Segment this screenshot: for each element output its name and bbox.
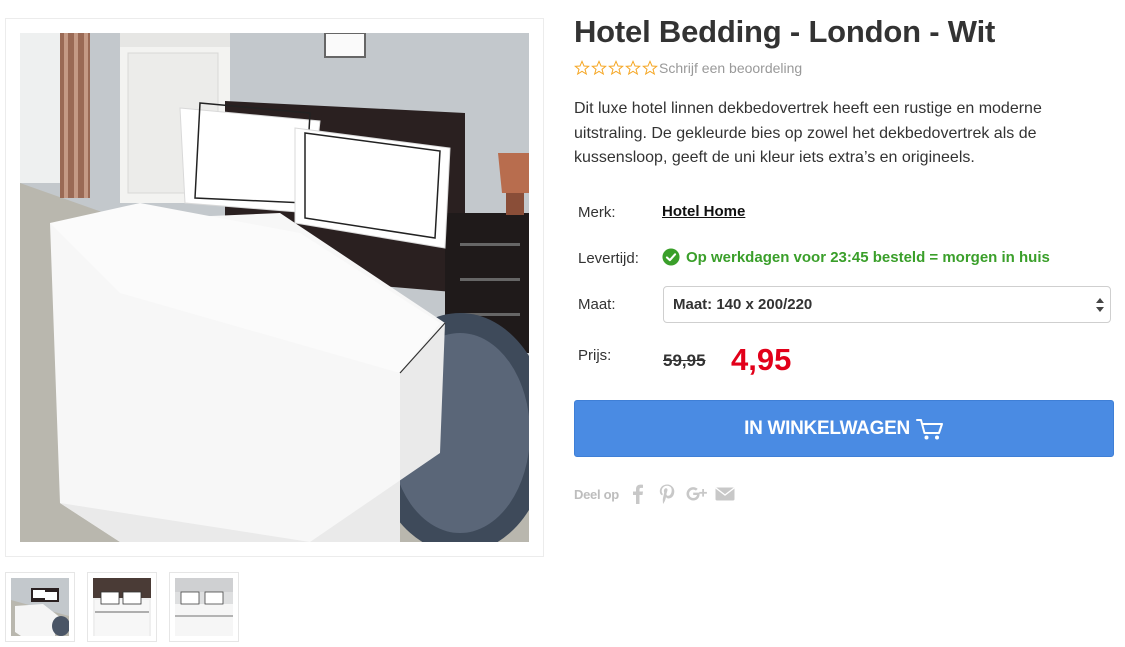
size-label: Maat: (578, 296, 616, 313)
delivery-text: Op werkdagen voor 23:45 besteld = morgen… (686, 248, 1050, 266)
add-to-cart-button[interactable]: IN WINKELWAGEN (574, 400, 1114, 457)
product-description: Dit luxe hotel linnen dekbedovertrek hee… (574, 100, 1042, 166)
star-outline-icon (625, 60, 641, 76)
select-arrows-icon (1096, 298, 1104, 312)
thumbnail-strip (5, 572, 239, 642)
rating-row: Schrijf een beoordeling (574, 60, 802, 76)
star-outline-icon (591, 60, 607, 76)
main-image-frame (5, 18, 544, 557)
check-circle-icon (662, 248, 680, 266)
share-row: Deel op (574, 483, 743, 505)
facebook-icon[interactable] (627, 483, 649, 505)
main-product-image[interactable] (20, 33, 529, 542)
write-review-link[interactable]: Schrijf een beoordeling (659, 60, 802, 76)
thumbnail-1[interactable] (5, 572, 75, 642)
share-label: Deel op (574, 486, 619, 502)
rating-stars[interactable] (574, 60, 658, 76)
shopping-cart-icon (915, 418, 943, 439)
google-plus-icon[interactable] (685, 483, 707, 505)
email-icon[interactable] (714, 483, 736, 505)
product-title: Hotel Bedding - London - Wit (574, 14, 996, 49)
size-select[interactable]: Maat: 140 x 200/220 (663, 286, 1111, 323)
star-outline-icon (608, 60, 624, 76)
brand-link[interactable]: Hotel Home (662, 203, 745, 220)
add-to-cart-label: IN WINKELWAGEN (744, 417, 910, 439)
old-price: 59,95 (663, 351, 706, 370)
size-selected-value: Maat: 140 x 200/220 (673, 296, 813, 313)
star-outline-icon (642, 60, 658, 76)
current-price: 4,95 (731, 342, 792, 377)
delivery-info: Op werkdagen voor 23:45 besteld = morgen… (662, 248, 1050, 266)
pinterest-icon[interactable] (656, 483, 678, 505)
delivery-label: Levertijd: (578, 250, 639, 267)
star-outline-icon (574, 60, 590, 76)
thumbnail-3[interactable] (169, 572, 239, 642)
price-label: Prijs: (578, 347, 612, 364)
thumbnail-2[interactable] (87, 572, 157, 642)
brand-label: Merk: (578, 204, 616, 221)
